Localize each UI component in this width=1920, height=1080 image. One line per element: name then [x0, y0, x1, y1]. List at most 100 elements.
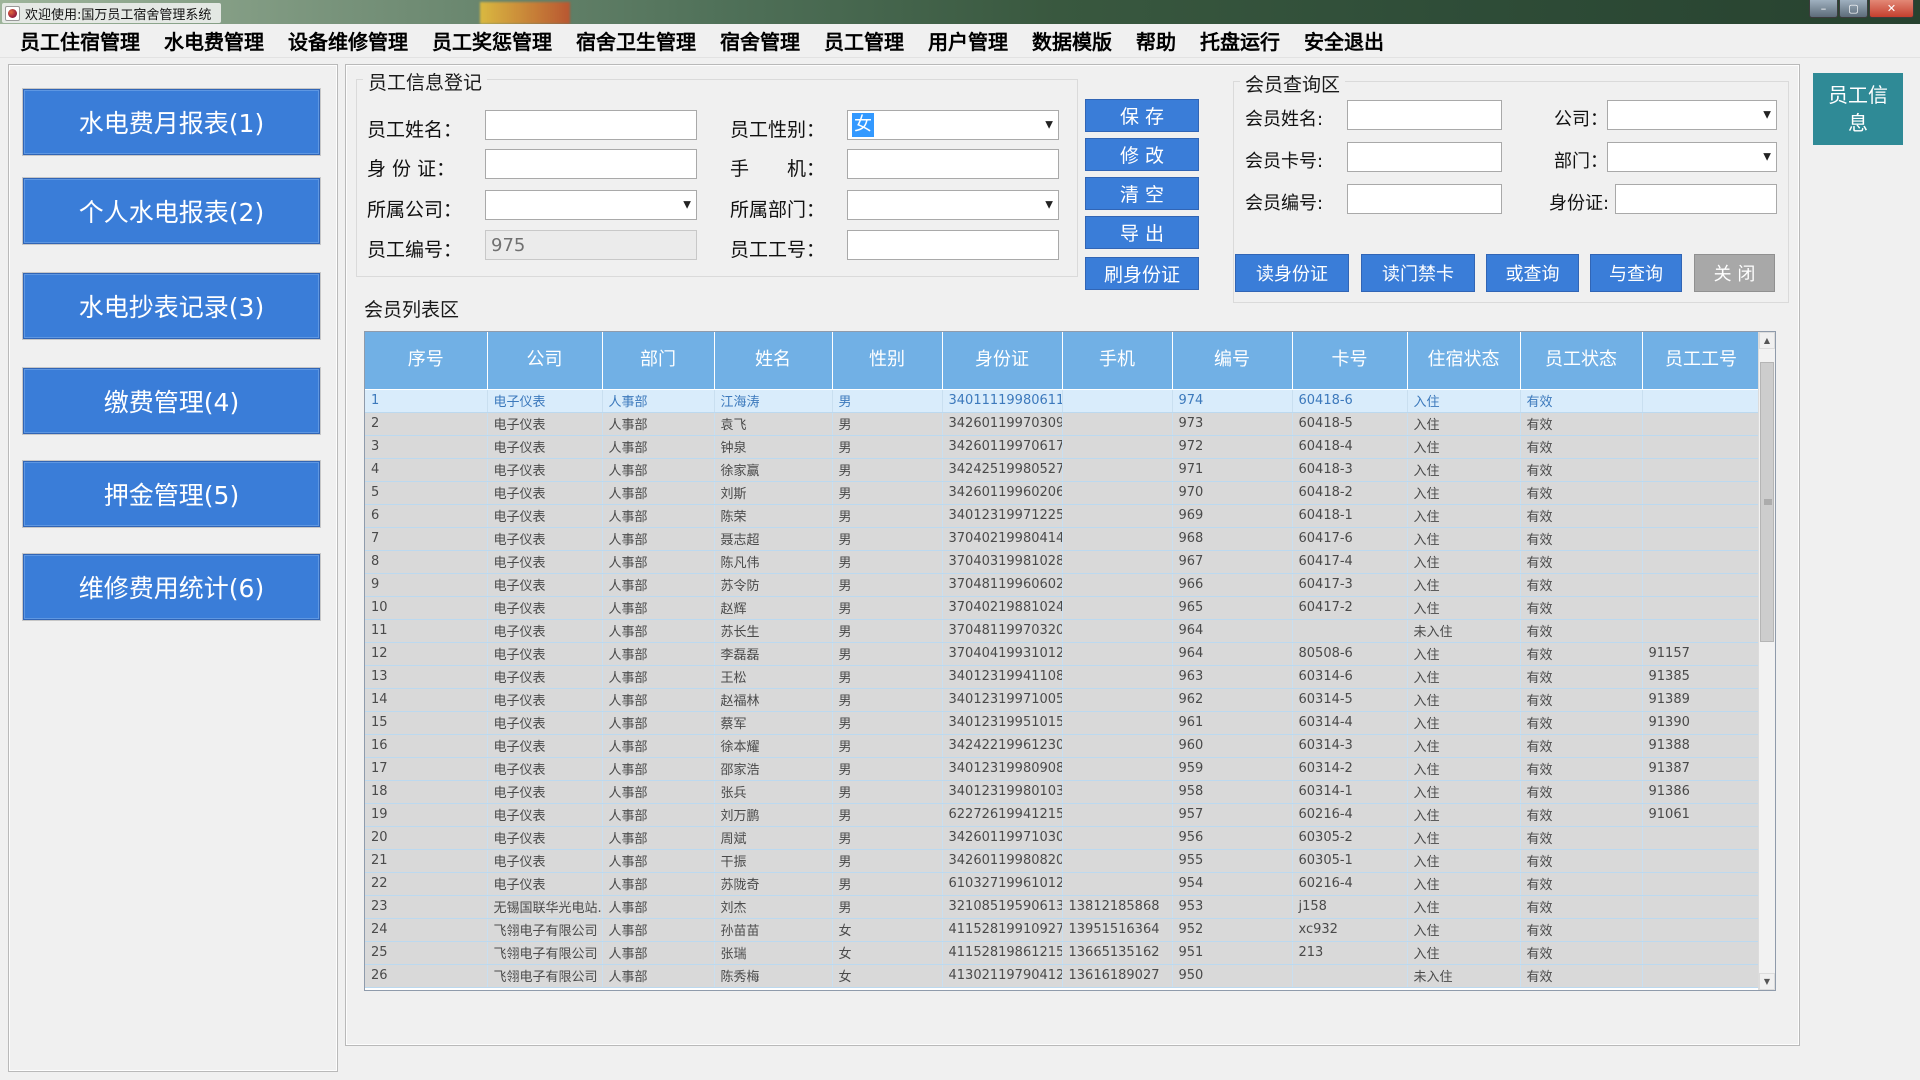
- table-row[interactable]: 17电子仪表人事部邵家浩男3401231998090820...95960314…: [365, 757, 1760, 780]
- save-button[interactable]: 保 存: [1085, 99, 1199, 132]
- table-row[interactable]: 11电子仪表人事部苏长生男3704811997032038...964未入住有效: [365, 619, 1760, 642]
- and-query-button[interactable]: 与查询: [1590, 254, 1682, 292]
- employee-form-title: 员工信息登记: [363, 68, 487, 95]
- employee-name-input[interactable]: [485, 110, 697, 140]
- table-cell: [1062, 757, 1172, 780]
- table-row[interactable]: 18电子仪表人事部张兵男3401231998010348...95860314-…: [365, 780, 1760, 803]
- table-row[interactable]: 4电子仪表人事部徐家赢男3424251998052705...97160418-…: [365, 458, 1760, 481]
- table-row[interactable]: 7电子仪表人事部聂志超男3704021998041453...96860417-…: [365, 527, 1760, 550]
- sidebar-deposit-management[interactable]: 押金管理(5): [23, 461, 320, 527]
- column-header[interactable]: 编号: [1172, 332, 1292, 389]
- menu-employee-management[interactable]: 员工管理: [812, 24, 916, 57]
- menu-rewards-penalties[interactable]: 员工奖惩管理: [420, 24, 564, 57]
- employee-gender-combo[interactable]: 女 ▼: [847, 110, 1059, 140]
- table-row[interactable]: 14电子仪表人事部赵福林男3401231997100572...96260314…: [365, 688, 1760, 711]
- table-row[interactable]: 23无锡国联华光电站...人事部刘杰男3210851959061318...13…: [365, 895, 1760, 918]
- table-cell: 19: [365, 803, 487, 826]
- sidebar-monthly-utility-report[interactable]: 水电费月报表(1): [23, 89, 320, 155]
- menu-dorm-management[interactable]: 宿舍管理: [708, 24, 812, 57]
- id-card-input[interactable]: [485, 149, 697, 179]
- menu-user-management[interactable]: 用户管理: [916, 24, 1020, 57]
- table-cell: 60314-1: [1292, 780, 1407, 803]
- menu-employee-housing[interactable]: 员工住宿管理: [8, 24, 152, 57]
- column-header[interactable]: 性别: [832, 332, 942, 389]
- table-row[interactable]: 2电子仪表人事部袁飞男3426011997030946...97360418-5…: [365, 412, 1760, 435]
- phone-input[interactable]: [847, 149, 1059, 179]
- table-row[interactable]: 15电子仪表人事部蔡军男3401231995101562...96160314-…: [365, 711, 1760, 734]
- table-row[interactable]: 6电子仪表人事部陈荣男3401231997122516...96960418-1…: [365, 504, 1760, 527]
- tab-employee-info[interactable]: 员工信息: [1813, 73, 1903, 145]
- minimize-button[interactable]: –: [1809, 0, 1838, 18]
- table-cell: 飞翎电子有限公司: [487, 964, 602, 987]
- job-no-input[interactable]: [847, 230, 1059, 260]
- read-access-card-button[interactable]: 读门禁卡: [1361, 254, 1475, 292]
- vertical-scrollbar[interactable]: ▲ ▼: [1758, 332, 1775, 990]
- column-header[interactable]: 员工状态: [1520, 332, 1642, 389]
- table-row[interactable]: 1电子仪表人事部江海涛男3401111998061105...97460418-…: [365, 389, 1760, 412]
- table-row[interactable]: 12电子仪表人事部李磊磊男3704041993101250...96480508…: [365, 642, 1760, 665]
- table-row[interactable]: 13电子仪表人事部王松男3401231994110848...96360314-…: [365, 665, 1760, 688]
- table-row[interactable]: 21电子仪表人事部干振男3426011998082002...95560305-…: [365, 849, 1760, 872]
- table-cell: 电子仪表: [487, 849, 602, 872]
- menu-equipment-maintenance[interactable]: 设备维修管理: [276, 24, 420, 57]
- table-row[interactable]: 22电子仪表人事部苏陇奇男6103271996101234...95460216…: [365, 872, 1760, 895]
- table-row[interactable]: 10电子仪表人事部赵辉男3704021988102453...96560417-…: [365, 596, 1760, 619]
- sidebar-payment-management[interactable]: 缴费管理(4): [23, 368, 320, 434]
- column-header[interactable]: 住宿状态: [1407, 332, 1520, 389]
- modify-button[interactable]: 修 改: [1085, 138, 1199, 171]
- table-row[interactable]: 24飞翎电子有限公司人事部孙苗苗女4115281991092729...1395…: [365, 918, 1760, 941]
- maximize-button[interactable]: ▢: [1839, 0, 1868, 18]
- sidebar-personal-utility-report[interactable]: 个人水电报表(2): [23, 178, 320, 244]
- or-query-button[interactable]: 或查询: [1486, 254, 1579, 292]
- table-cell: [1062, 849, 1172, 872]
- table-cell: 入住: [1407, 504, 1520, 527]
- column-header[interactable]: 姓名: [714, 332, 832, 389]
- table-cell: 人事部: [602, 504, 714, 527]
- column-header[interactable]: 手机: [1062, 332, 1172, 389]
- read-id-card-button[interactable]: 读身份证: [1235, 254, 1349, 292]
- table-cell: 飞翎电子有限公司: [487, 941, 602, 964]
- dept-combo[interactable]: ▼: [847, 190, 1059, 220]
- table-row[interactable]: 16电子仪表人事部徐本耀男3424221996123052...96060314…: [365, 734, 1760, 757]
- close-button[interactable]: ✕: [1869, 0, 1914, 18]
- column-header[interactable]: 部门: [602, 332, 714, 389]
- menu-help[interactable]: 帮助: [1124, 24, 1188, 57]
- table-cell: 电子仪表: [487, 550, 602, 573]
- table-cell: 有效: [1520, 895, 1642, 918]
- export-button[interactable]: 导 出: [1085, 216, 1199, 249]
- table-cell: [1642, 550, 1760, 573]
- sidebar-repair-cost-statistics[interactable]: 维修费用统计(6): [23, 554, 320, 620]
- table-cell: 有效: [1520, 826, 1642, 849]
- table-cell: 入住: [1407, 918, 1520, 941]
- sidebar-meter-reading-records[interactable]: 水电抄表记录(3): [23, 273, 320, 339]
- company-combo[interactable]: ▼: [485, 190, 697, 220]
- table-row[interactable]: 20电子仪表人事部周斌男3426011997103040...95660305-…: [365, 826, 1760, 849]
- table-row[interactable]: 3电子仪表人事部钟泉男3426011997061753...97260418-4…: [365, 435, 1760, 458]
- table-cell: 80508-6: [1292, 642, 1407, 665]
- table-row[interactable]: 26飞翎电子有限公司人事部陈秀梅女4130211979041219...1361…: [365, 964, 1760, 987]
- scroll-up-icon[interactable]: ▲: [1759, 332, 1775, 349]
- swipe-id-button[interactable]: 刷身份证: [1085, 257, 1199, 290]
- column-header[interactable]: 卡号: [1292, 332, 1407, 389]
- column-header[interactable]: 员工工号: [1642, 332, 1760, 389]
- column-header[interactable]: 公司: [487, 332, 602, 389]
- table-row[interactable]: 19电子仪表人事部刘万鹏男6227261994121530...95760216…: [365, 803, 1760, 826]
- table-cell: 男: [832, 895, 942, 918]
- menu-data-template[interactable]: 数据模版: [1020, 24, 1124, 57]
- table-row[interactable]: 25飞翎电子有限公司人事部张瑞女4115281986121529...13665…: [365, 941, 1760, 964]
- column-header[interactable]: 序号: [365, 332, 487, 389]
- menu-tray-run[interactable]: 托盘运行: [1188, 24, 1292, 57]
- table-cell: 17: [365, 757, 487, 780]
- menu-dorm-hygiene[interactable]: 宿舍卫生管理: [564, 24, 708, 57]
- scroll-down-icon[interactable]: ▼: [1759, 973, 1775, 990]
- table-row[interactable]: 9电子仪表人事部苏令防男3704811996060238...96660417-…: [365, 573, 1760, 596]
- scrollbar-thumb[interactable]: [1760, 362, 1774, 642]
- close-query-button[interactable]: 关 闭: [1694, 254, 1775, 292]
- table-cell: 11: [365, 619, 487, 642]
- clear-button[interactable]: 清 空: [1085, 177, 1199, 210]
- menu-utilities[interactable]: 水电费管理: [152, 24, 276, 57]
- table-row[interactable]: 5电子仪表人事部刘斯男3426011996020671...97060418-2…: [365, 481, 1760, 504]
- menu-safe-exit[interactable]: 安全退出: [1292, 24, 1396, 57]
- table-row[interactable]: 8电子仪表人事部陈凡伟男3704031998102841...96760417-…: [365, 550, 1760, 573]
- column-header[interactable]: 身份证: [942, 332, 1062, 389]
